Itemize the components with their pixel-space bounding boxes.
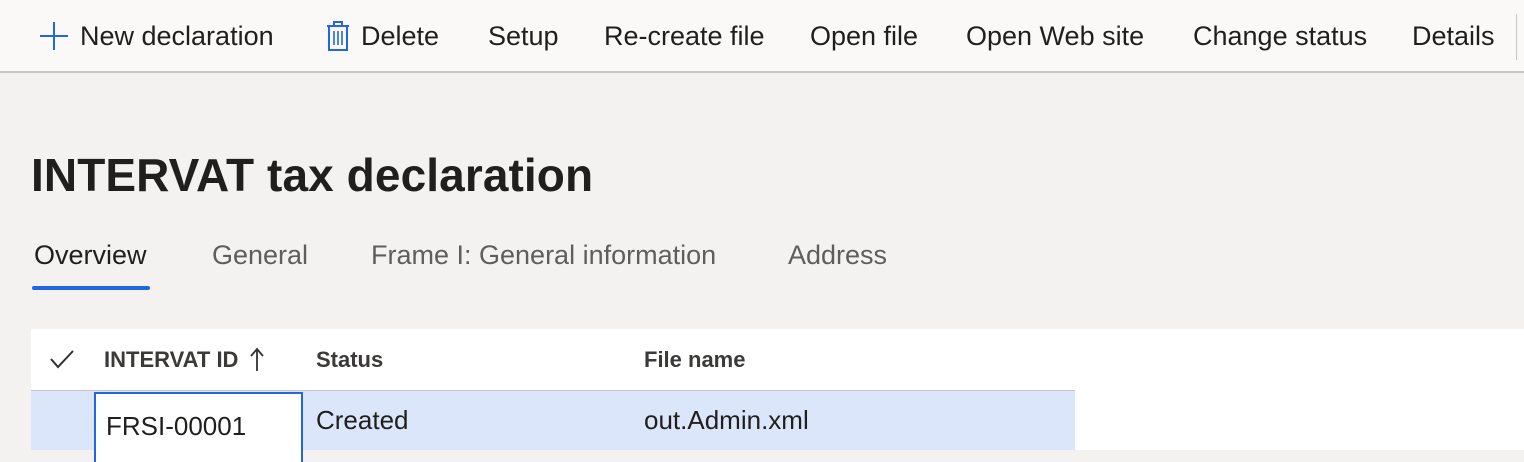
page-title: INTERVAT tax declaration — [31, 149, 594, 201]
delete-label: Delete — [361, 20, 440, 51]
change-status-label: Change status — [1193, 20, 1368, 51]
tab-frame-general-information[interactable]: Frame I: General information — [371, 240, 716, 271]
column-header-status-label: Status — [316, 347, 384, 372]
column-header-file-name-label: File name — [644, 347, 746, 372]
tab-general[interactable]: General — [212, 240, 308, 271]
cell-intervat-id[interactable]: FRSI-00001 — [94, 392, 303, 462]
column-header-intervat-id[interactable]: INTERVAT ID — [104, 329, 265, 391]
open-file-label: Open file — [810, 20, 919, 51]
tab-address[interactable]: Address — [788, 240, 887, 271]
setup-label: Setup — [488, 20, 559, 51]
cell-status[interactable]: Created — [316, 391, 409, 450]
cell-file-name[interactable]: out.Admin.xml — [644, 391, 809, 450]
trash-icon — [325, 20, 351, 52]
details-label: Details — [1412, 20, 1495, 51]
table-row[interactable]: FRSI-00001 Created out.Admin.xml — [31, 391, 1075, 462]
new-declaration-label: New declaration — [80, 20, 274, 51]
open-web-site-label: Open Web site — [966, 20, 1145, 51]
action-pane: New declaration Delete Setup Re-create f… — [0, 0, 1524, 73]
recreate-file-button[interactable]: Re-create file — [604, 0, 765, 72]
open-web-site-button[interactable]: Open Web site — [966, 0, 1144, 72]
action-pane-divider — [1516, 14, 1517, 60]
setup-button[interactable]: Setup — [488, 0, 559, 72]
new-declaration-button[interactable]: New declaration — [38, 0, 274, 72]
plus-icon — [38, 20, 70, 52]
grid-header: INTERVAT ID Status File name — [31, 329, 1075, 391]
column-header-file-name[interactable]: File name — [644, 329, 745, 391]
sort-ascending-icon — [250, 347, 265, 373]
delete-button[interactable]: Delete — [325, 0, 439, 72]
recreate-file-label: Re-create file — [604, 20, 765, 51]
column-header-status[interactable]: Status — [316, 329, 383, 391]
active-tab-indicator — [32, 286, 150, 290]
select-all-checkmark-icon[interactable] — [49, 348, 75, 370]
change-status-button[interactable]: Change status — [1193, 0, 1367, 72]
open-file-button[interactable]: Open file — [810, 0, 918, 72]
column-header-intervat-id-label: INTERVAT ID — [104, 347, 239, 372]
tab-overview[interactable]: Overview — [34, 240, 147, 271]
details-button[interactable]: Details — [1412, 0, 1495, 72]
